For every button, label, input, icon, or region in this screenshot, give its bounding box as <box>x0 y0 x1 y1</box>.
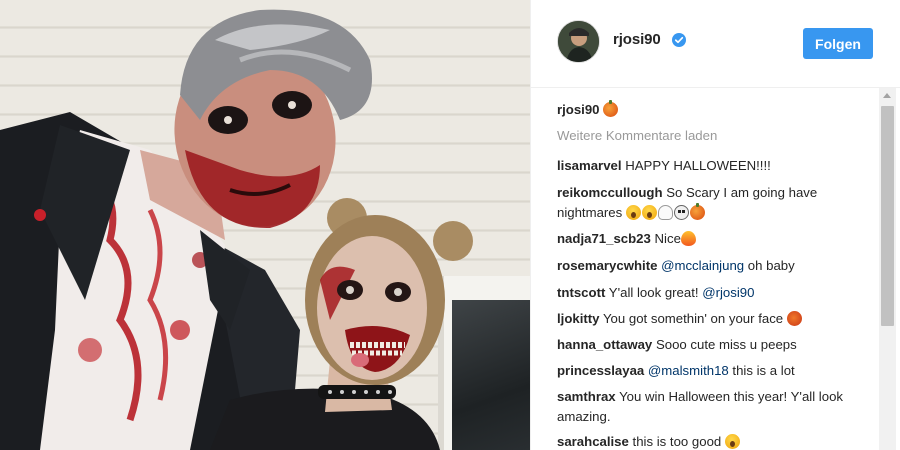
comment-text: this is too good <box>632 434 722 449</box>
comment-mention[interactable]: @malsmith18 <box>648 363 729 378</box>
comment-item: ljokitty You got somethin' on your face <box>557 309 863 329</box>
comment-username[interactable]: samthrax <box>557 389 616 404</box>
caption: rjosi90 <box>557 100 863 120</box>
comment-item: rosemarycwhite @mcclainjung oh baby <box>557 256 863 276</box>
comment-item: lisamarvel HAPPY HALLOWEEN!!!! <box>557 156 863 176</box>
jack-o-lantern-icon <box>603 100 619 117</box>
scream-face-icon <box>641 205 657 220</box>
zombie-woman-figure <box>210 198 473 450</box>
devil-face-icon <box>786 311 802 326</box>
comment-text: Nice <box>654 231 681 246</box>
post-username[interactable]: rjosi90 <box>613 31 661 48</box>
load-more-comments-link[interactable]: Weitere Kommentare laden <box>557 128 717 143</box>
comments-list: rjosi90 Weitere Kommentare laden lisamar… <box>531 88 877 450</box>
comment-username[interactable]: reikomccullough <box>557 185 663 200</box>
comment-item: princesslayaa @malsmith18 this is a lot <box>557 361 863 381</box>
comment-username[interactable]: ljokitty <box>557 311 600 326</box>
comment-text: You got somethin' on your face <box>602 311 784 326</box>
comments-scrollbar[interactable] <box>879 88 896 450</box>
comment-item: tntscott Y'all look great! @rjosi90 <box>557 283 863 303</box>
comment-item: reikomccullough So Scary I am going have… <box>557 183 863 223</box>
comment-text: HAPPY HALLOWEEN!!!! <box>625 158 771 173</box>
comment-username[interactable]: nadja71_scb23 <box>557 231 651 246</box>
comment-username[interactable]: tntscott <box>557 285 605 300</box>
comment-username[interactable]: hanna_ottaway <box>557 337 652 352</box>
comment-username[interactable]: lisamarvel <box>557 158 622 173</box>
comment-text: oh baby <box>747 258 795 273</box>
scroll-up-arrow-icon[interactable] <box>883 93 891 98</box>
avatar[interactable] <box>557 20 600 63</box>
comment-mention[interactable]: @mcclainjung <box>661 258 744 273</box>
comment-item: samthrax You win Halloween this year! Y'… <box>557 387 863 427</box>
verified-badge-icon <box>672 33 686 47</box>
skull-icon <box>673 205 689 220</box>
comment-text: Y'all look great! <box>608 285 699 300</box>
comment-username[interactable]: sarahcalise <box>557 434 629 449</box>
follow-button[interactable]: Folgen <box>803 28 873 59</box>
post-side-panel: rjosi90 Folgen rjosi90 Weitere Kommentar… <box>530 0 900 450</box>
comment-item: sarahcalise this is too good <box>557 432 863 450</box>
comment-mention[interactable]: @rjosi90 <box>702 285 754 300</box>
comment-text: this is a lot <box>732 363 795 378</box>
ghost-icon <box>657 205 673 220</box>
caption-username[interactable]: rjosi90 <box>557 102 600 117</box>
comment-username[interactable]: princesslayaa <box>557 363 644 378</box>
comment-text: Sooo cute miss u peeps <box>655 337 797 352</box>
scroll-thumb[interactable] <box>881 106 894 326</box>
scream-face-icon <box>625 205 641 220</box>
comment-username[interactable]: rosemarycwhite <box>557 258 657 273</box>
jack-o-lantern-icon <box>689 203 705 220</box>
comment-item: hanna_ottaway Sooo cute miss u peeps <box>557 335 863 355</box>
fire-icon <box>680 231 696 246</box>
post-header: rjosi90 Folgen <box>531 0 900 88</box>
post-photo[interactable] <box>0 0 530 450</box>
avatar-image <box>558 21 599 62</box>
comment-item: nadja71_scb23 Nice <box>557 229 863 249</box>
scream-face-icon <box>724 434 740 449</box>
